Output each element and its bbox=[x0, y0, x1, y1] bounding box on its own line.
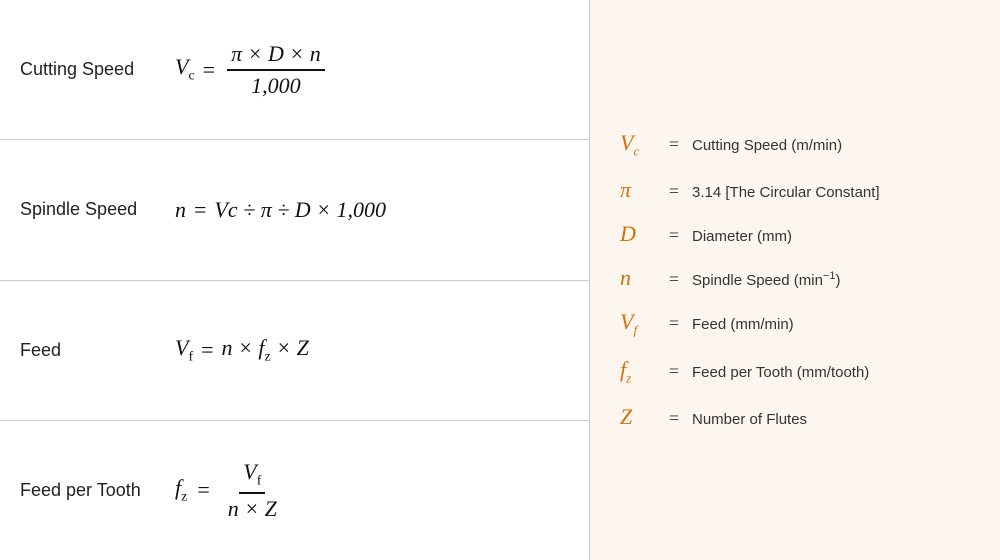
cutting-speed-lhs: Vc bbox=[175, 54, 195, 84]
equals-fpt: = bbox=[197, 477, 209, 503]
desc-fz: Feed per Tooth (mm/tooth) bbox=[692, 364, 869, 381]
sym-fz: fz bbox=[620, 357, 656, 386]
numerator-cutting-speed: π × D × n bbox=[227, 41, 325, 71]
eq-d: = bbox=[656, 225, 692, 246]
eq-pi: = bbox=[656, 181, 692, 202]
fpt-fz: fz bbox=[175, 475, 187, 505]
label-feed-per-tooth: Feed per Tooth bbox=[20, 480, 175, 501]
legend-n: n = Spindle Speed (min−1) bbox=[620, 265, 970, 291]
sym-d: D bbox=[620, 221, 656, 247]
equals-1: = bbox=[203, 57, 215, 83]
label-feed: Feed bbox=[20, 340, 175, 361]
label-cutting-speed: Cutting Speed bbox=[20, 59, 175, 80]
sym-vc: Vc bbox=[620, 130, 656, 159]
math-feed: Vf = n × fz × Z bbox=[175, 335, 309, 365]
legend-d: D = Diameter (mm) bbox=[620, 221, 970, 247]
formula-feed: Feed Vf = n × fz × Z bbox=[0, 281, 589, 421]
math-cutting-speed: Vc = π × D × n 1,000 bbox=[175, 41, 329, 99]
eq-n: = bbox=[656, 269, 692, 290]
equals-spindle: = bbox=[194, 197, 206, 223]
label-spindle-speed: Spindle Speed bbox=[20, 199, 175, 220]
desc-vf: Feed (mm/min) bbox=[692, 316, 794, 333]
sym-vf: Vf bbox=[620, 309, 656, 338]
formula-feed-per-tooth: Feed per Tooth fz = Vf n × Z bbox=[0, 421, 589, 560]
sym-n: n bbox=[620, 265, 656, 291]
eq-vf: = bbox=[656, 313, 692, 334]
legend-fz: fz = Feed per Tooth (mm/tooth) bbox=[620, 357, 970, 386]
desc-d: Diameter (mm) bbox=[692, 228, 792, 245]
eq-z: = bbox=[656, 408, 692, 429]
formulas-panel: Cutting Speed Vc = π × D × n 1,000 Spind… bbox=[0, 0, 590, 560]
numerator-fpt: Vf bbox=[239, 459, 265, 493]
sym-z: Z bbox=[620, 404, 656, 430]
legend-z: Z = Number of Flutes bbox=[620, 404, 970, 430]
denominator-fpt: n × Z bbox=[224, 494, 281, 522]
desc-vc: Cutting Speed (m/min) bbox=[692, 137, 842, 154]
equals-feed: = bbox=[201, 337, 213, 363]
math-feed-per-tooth: fz = Vf n × Z bbox=[175, 459, 285, 521]
desc-pi: 3.14 [The Circular Constant] bbox=[692, 184, 880, 201]
desc-n: Spindle Speed (min−1) bbox=[692, 270, 840, 289]
formula-spindle-speed: Spindle Speed n = Vc ÷ π ÷ D × 1,000 bbox=[0, 140, 589, 280]
spindle-formula: Vc ÷ π ÷ D × 1,000 bbox=[214, 197, 386, 223]
math-spindle-speed: n = Vc ÷ π ÷ D × 1,000 bbox=[175, 197, 386, 223]
feed-formula: n × fz × Z bbox=[222, 335, 309, 365]
desc-z: Number of Flutes bbox=[692, 411, 807, 428]
formula-cutting-speed: Cutting Speed Vc = π × D × n 1,000 bbox=[0, 0, 589, 140]
spindle-n: n bbox=[175, 197, 186, 223]
sym-pi: π bbox=[620, 177, 656, 203]
legend-pi: π = 3.14 [The Circular Constant] bbox=[620, 177, 970, 203]
fraction-cutting-speed: π × D × n 1,000 bbox=[227, 41, 325, 99]
feed-vf: Vf bbox=[175, 335, 193, 365]
legend-panel: Vc = Cutting Speed (m/min) π = 3.14 [The… bbox=[590, 0, 1000, 560]
eq-vc: = bbox=[656, 134, 692, 155]
eq-fz: = bbox=[656, 361, 692, 382]
legend-vf: Vf = Feed (mm/min) bbox=[620, 309, 970, 338]
legend-vc: Vc = Cutting Speed (m/min) bbox=[620, 130, 970, 159]
fraction-fpt: Vf n × Z bbox=[224, 459, 281, 521]
denominator-cutting-speed: 1,000 bbox=[247, 71, 305, 99]
